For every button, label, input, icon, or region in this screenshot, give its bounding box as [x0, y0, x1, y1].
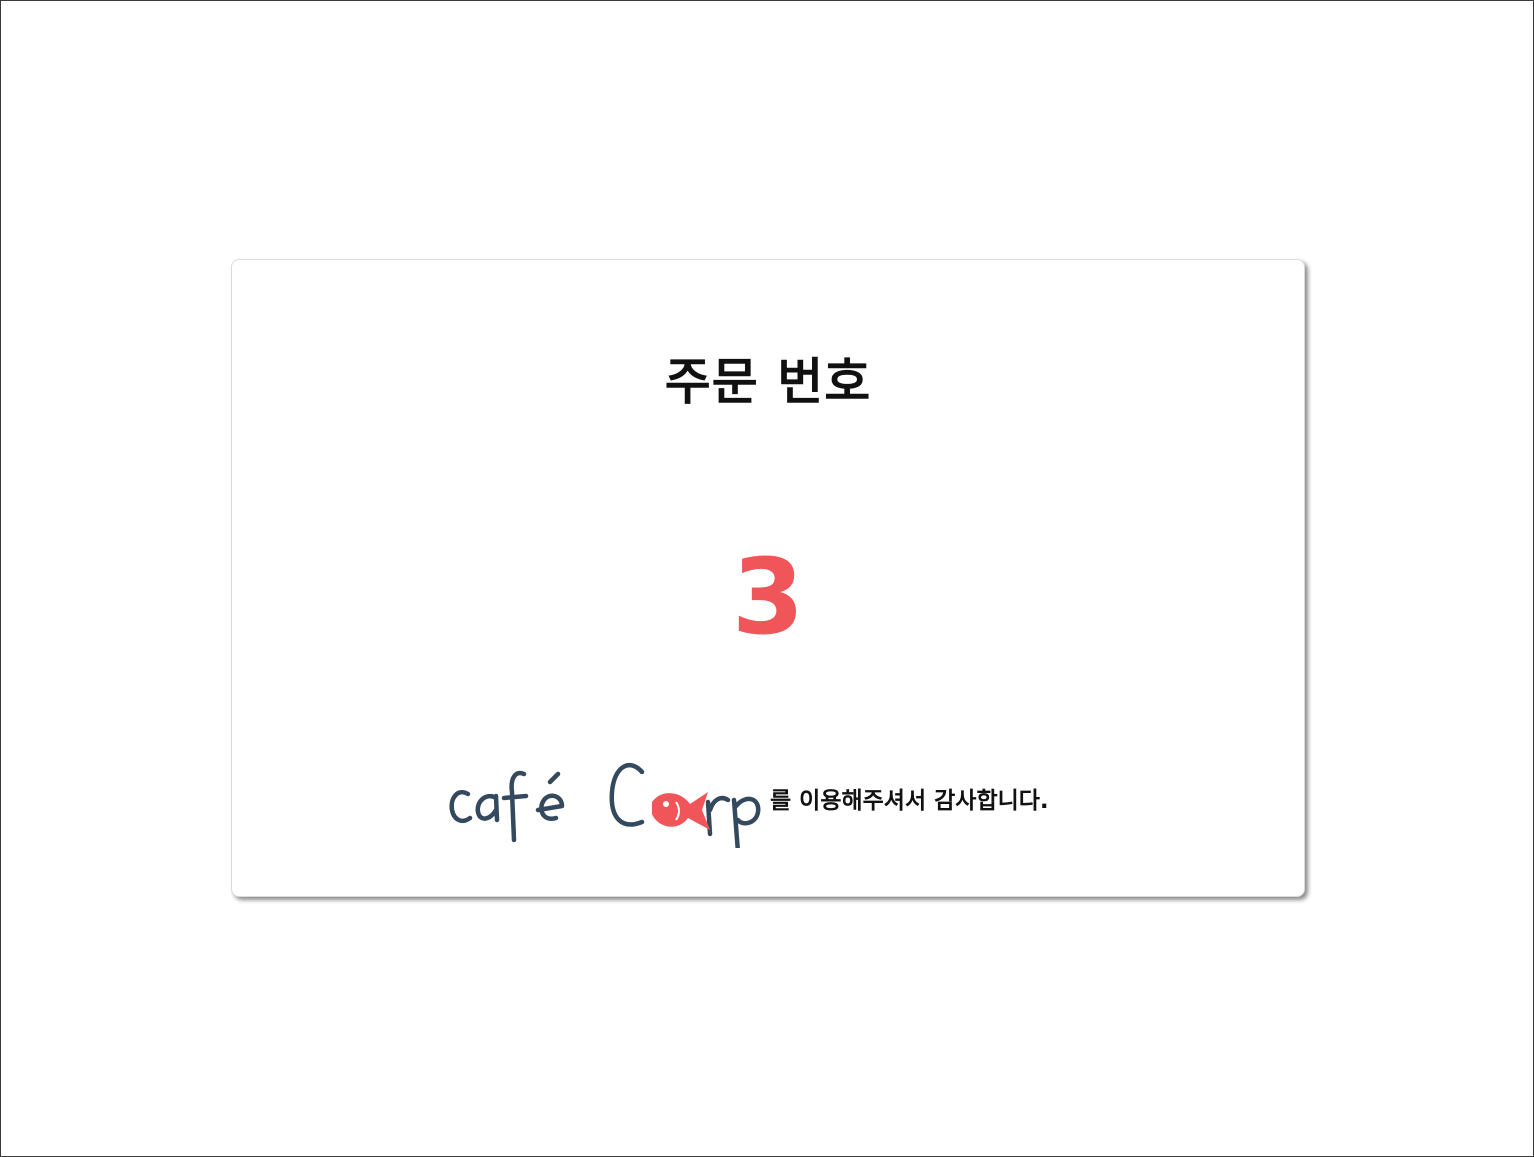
- order-number-card: 주문 번호 3 를 이용해주셔서 감사합니다.: [231, 259, 1305, 897]
- order-number-title: 주문 번호: [664, 353, 872, 411]
- order-number-value: 3: [731, 536, 805, 658]
- window-frame: 주문 번호 3 를 이용해주셔서 감사합니다.: [0, 0, 1534, 1157]
- cafe-carp-logo: [449, 763, 761, 848]
- thanks-text: 를 이용해주셔서 감사합니다.: [770, 788, 1049, 814]
- fish-icon: [652, 792, 710, 830]
- thanks-message: 를 이용해주셔서 감사합니다.: [446, 752, 1049, 848]
